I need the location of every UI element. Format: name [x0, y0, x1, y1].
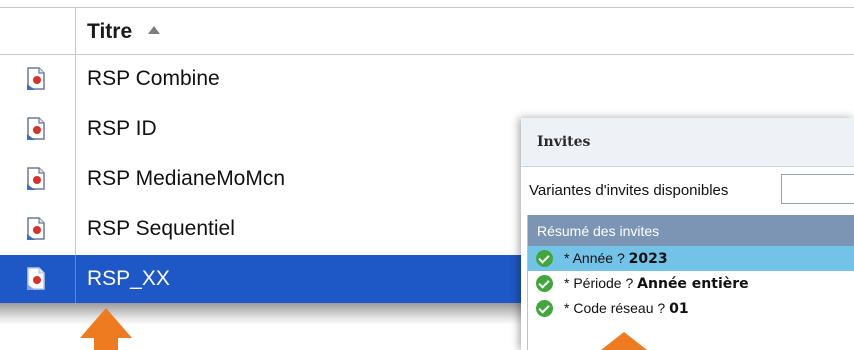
summary-header: Résumé des invites: [528, 215, 854, 246]
report-title: RSP Combine: [87, 67, 220, 90]
report-title: RSP Sequentiel: [87, 217, 235, 240]
prompt-row-highlighted[interactable]: * Année ? 2023: [528, 246, 854, 271]
list-header: Titre: [0, 8, 854, 55]
check-circle-icon: [536, 300, 553, 317]
prompt-text: * Code réseau ? 01: [564, 300, 689, 317]
prompt-text: * Période ? Année entière: [564, 275, 749, 292]
report-list: Titre RSP Combine RSP ID RSP MedianeMoMc…: [0, 7, 854, 305]
summary-title: Résumé des invites: [537, 223, 660, 239]
prompt-label: * Année ?: [564, 250, 629, 266]
report-document-icon: [27, 167, 45, 190]
prompts-dialog: Invites Variantes d'invites disponibles …: [521, 118, 854, 350]
prompt-value: 2023: [628, 251, 668, 267]
report-document-icon: [27, 117, 45, 140]
pointer-arrow-up: [80, 308, 132, 338]
report-document-icon: [27, 267, 45, 290]
pointer-arrow-stem: [94, 336, 118, 350]
cropped-title-strip: [0, 0, 854, 7]
prompt-value: Année entière: [637, 276, 749, 292]
prompt-row[interactable]: * Code réseau ? 01: [528, 296, 854, 321]
check-circle-icon: [536, 250, 553, 267]
dialog-title-bar[interactable]: Invites: [521, 118, 854, 167]
prompt-label: * Code réseau ?: [564, 300, 670, 316]
icon-column-header: [0, 8, 76, 54]
prompt-label: * Période ?: [564, 275, 638, 291]
prompt-row[interactable]: * Période ? Année entière: [528, 271, 854, 296]
column-header-title[interactable]: Titre: [87, 20, 132, 44]
report-document-icon: [27, 67, 45, 90]
pointer-arrow-up: [601, 332, 647, 350]
report-title: RSP ID: [87, 117, 157, 140]
list-row[interactable]: RSP Combine: [0, 55, 854, 105]
prompt-value: 01: [669, 301, 689, 317]
dialog-title: Invites: [537, 134, 591, 150]
report-title: RSP_XX: [87, 267, 170, 290]
prompt-text: * Année ? 2023: [564, 250, 668, 267]
prompts-summary-panel: Résumé des invites * Année ? 2023 * Péri…: [527, 215, 854, 350]
report-title: RSP MedianeMoMcn: [87, 167, 286, 190]
check-circle-icon: [536, 275, 553, 292]
report-document-icon: [27, 217, 45, 240]
sort-ascending-icon[interactable]: [148, 26, 160, 34]
variants-select[interactable]: [781, 174, 854, 204]
variants-label: Variantes d'invites disponibles: [529, 182, 729, 199]
